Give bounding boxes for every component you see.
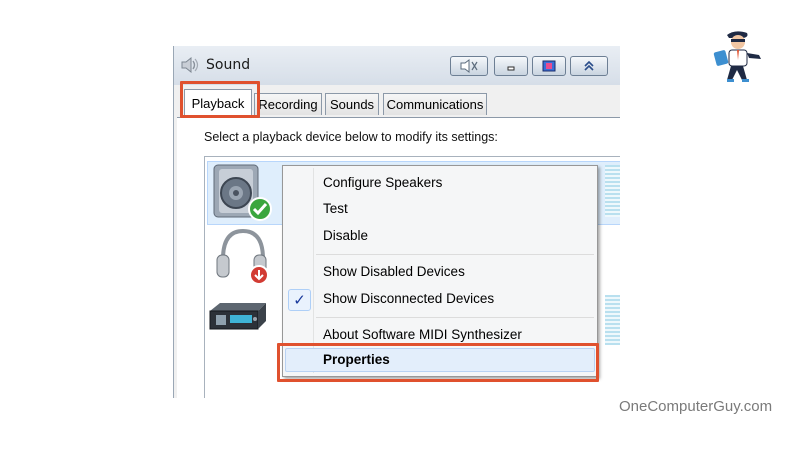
checkmark-icon: ✓	[288, 289, 311, 311]
menu-item-test[interactable]: Test	[323, 199, 593, 219]
watermark: OneComputerGuy.com	[619, 398, 773, 415]
menu-item-disable[interactable]: Disable	[323, 226, 593, 246]
audio-interface-device-icon[interactable]	[208, 297, 270, 337]
menu-separator	[316, 317, 594, 318]
title-bar[interactable]: Sound	[174, 46, 620, 85]
mute-icon	[460, 59, 478, 73]
playback-tab-highlight	[180, 81, 260, 118]
menu-item-about-midi-synth[interactable]: About Software MIDI Synthesizer	[323, 325, 593, 345]
menu-item-show-disabled-devices[interactable]: Show Disabled Devices	[323, 262, 593, 282]
level-meter	[605, 295, 620, 345]
color-icon	[542, 60, 556, 72]
computer-guy-logo-icon	[713, 31, 761, 82]
menu-separator	[316, 254, 594, 255]
collapse-icon	[584, 60, 594, 71]
mute-button[interactable]	[450, 56, 488, 76]
tab-communications[interactable]: Communications	[383, 93, 487, 115]
headphones-device-icon[interactable]	[213, 227, 271, 287]
level-meter	[605, 165, 620, 217]
color-button[interactable]	[532, 56, 566, 76]
collapse-button[interactable]	[570, 56, 608, 76]
properties-highlight	[277, 343, 599, 382]
menu-item-show-disconnected-devices[interactable]: Show Disconnected Devices	[323, 289, 593, 309]
window-title: Sound	[206, 57, 251, 73]
speaker-device-icon[interactable]	[210, 163, 272, 223]
tab-sounds[interactable]: Sounds	[325, 93, 379, 115]
instruction-text: Select a playback device below to modify…	[204, 130, 498, 144]
tab-recording[interactable]: Recording	[254, 93, 322, 115]
menu-item-configure-speakers[interactable]: Configure Speakers	[323, 173, 593, 193]
minimize-button[interactable]	[494, 56, 528, 76]
minimize-icon	[507, 66, 515, 71]
speaker-icon	[181, 57, 199, 73]
